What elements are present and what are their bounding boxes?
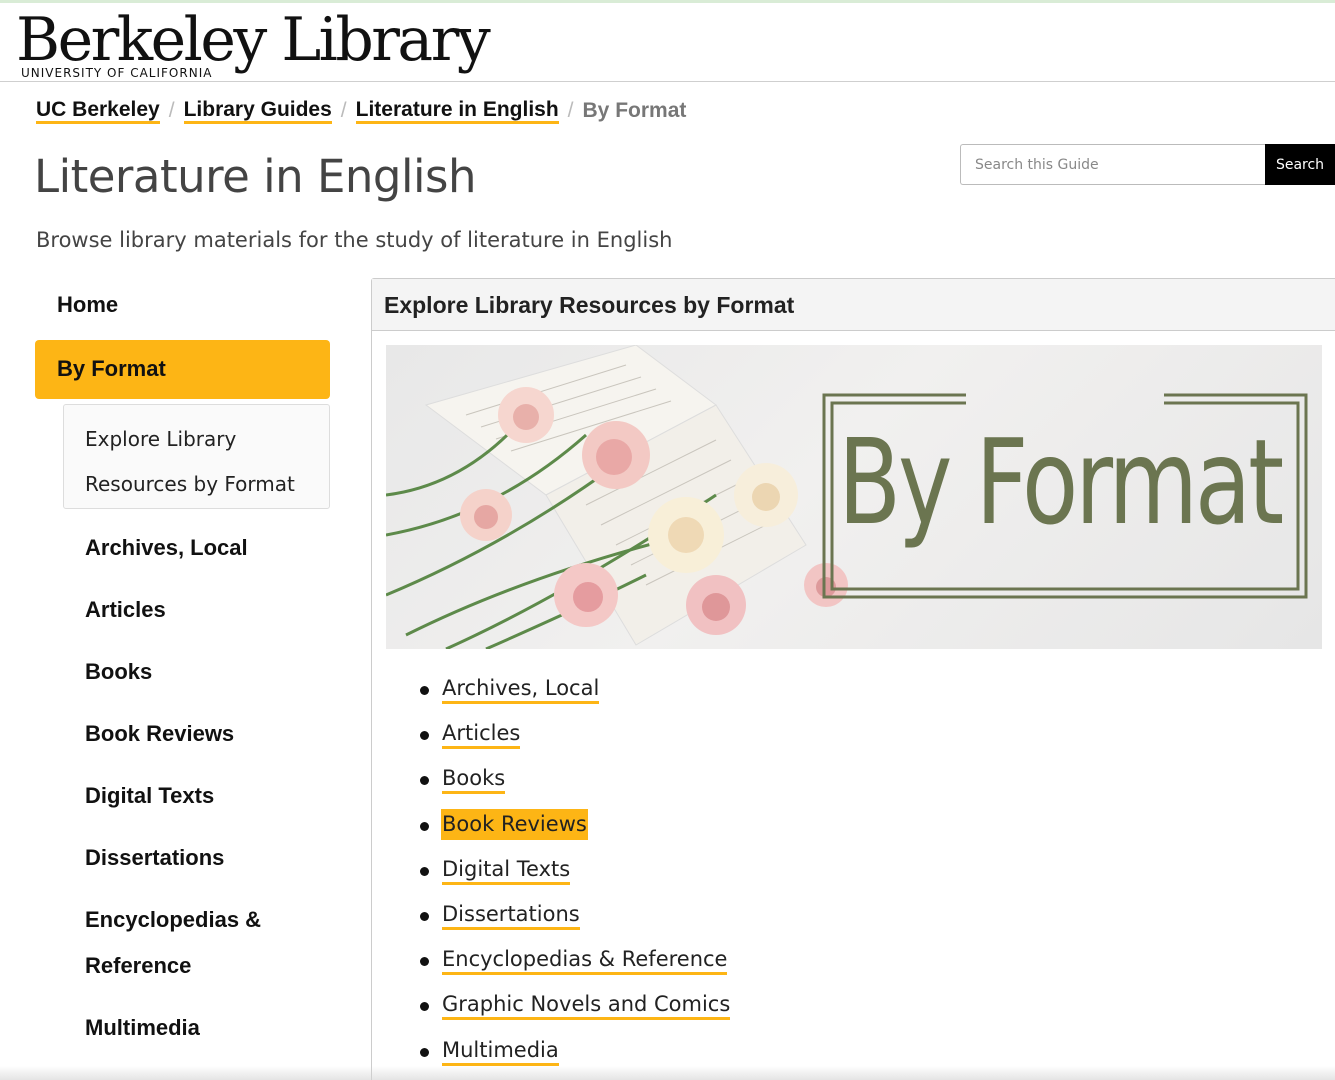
link-books[interactable]: Books (442, 765, 506, 795)
panel-heading-title: Explore Library Resources by Format (384, 292, 795, 318)
sidebar-item-book-reviews[interactable]: Book Reviews (85, 711, 330, 757)
list-item: Books (419, 757, 730, 802)
link-articles[interactable]: Articles (442, 720, 521, 750)
link-multimedia[interactable]: Multimedia (442, 1037, 559, 1066)
list-item: Encyclopedias & Reference (419, 938, 730, 983)
sidebar-item-by-format[interactable]: By Format (35, 340, 330, 399)
search-input[interactable] (960, 144, 1265, 185)
sidebar-item-articles[interactable]: Articles (85, 587, 330, 633)
sidebar-item-digital-texts[interactable]: Digital Texts (85, 773, 330, 819)
breadcrumb-current: By Format (582, 99, 687, 122)
search-button[interactable]: Search (1265, 144, 1335, 185)
sidebar-item-home[interactable]: Home (57, 292, 118, 318)
link-digital-texts[interactable]: Digital Texts (442, 856, 571, 885)
breadcrumb: UC Berkeley / Library Guides / Literatur… (36, 96, 686, 126)
list-item: Book Reviews (419, 803, 730, 848)
logo-subtitle: UNIVERSITY OF CALIFORNIA (21, 66, 213, 80)
list-item: Digital Texts (419, 848, 730, 893)
list-item: Articles (419, 712, 730, 757)
breadcrumb-library-guides[interactable]: Library Guides (183, 98, 332, 124)
sidebar-item-books[interactable]: Books (85, 649, 330, 695)
breadcrumb-literature-in-english[interactable]: Literature in English (355, 98, 559, 124)
link-encyclopedias-reference[interactable]: Encyclopedias & Reference (442, 946, 728, 976)
sidebar-item-label: By Format (57, 356, 166, 381)
header-divider (0, 81, 1335, 82)
breadcrumb-uc-berkeley[interactable]: UC Berkeley (36, 98, 160, 124)
sidebar-subnav: Explore Library Resources by Format (63, 404, 330, 509)
list-item: Graphic Novels and Comics (419, 983, 731, 1028)
berkeley-library-logo[interactable]: Berkeley Library UNIVERSITY OF CALIFORNI… (16, 4, 491, 82)
sidebar-list: Archives, Local Articles Books Book Revi… (85, 525, 330, 1067)
by-format-banner: By Format (386, 345, 1322, 649)
page-title: Literature in English (34, 150, 476, 203)
list-item: Archives, Local (419, 667, 730, 712)
sidebar-item-encyclopedias[interactable]: Encyclopedias & Reference (85, 897, 330, 989)
link-graphic-novels-comics[interactable]: Graphic Novels and Comics (442, 991, 731, 1021)
link-archives-local[interactable]: Archives, Local (442, 675, 600, 704)
breadcrumb-separator: / (567, 99, 574, 122)
sidebar-item-dissertations[interactable]: Dissertations (85, 835, 330, 881)
breadcrumb-separator: / (168, 99, 175, 122)
content-panel: Explore Library Resources by Format By F… (371, 278, 1335, 1080)
panel-heading: Explore Library Resources by Format (372, 279, 1335, 331)
sidebar-subitem-explore[interactable]: Explore Library Resources by Format (85, 417, 325, 507)
breadcrumb-separator: / (340, 99, 347, 122)
format-link-list: Archives, Local Articles Books Book Revi… (419, 667, 731, 1074)
bottom-fade (0, 1066, 1335, 1080)
list-item: Dissertations (419, 893, 730, 938)
banner-title: By Format (838, 413, 1284, 551)
sidebar-item-multimedia[interactable]: Multimedia (85, 1005, 330, 1051)
page-subtitle: Browse library materials for the study o… (36, 228, 673, 252)
link-dissertations[interactable]: Dissertations (442, 901, 580, 930)
sidebar-item-archives-local[interactable]: Archives, Local (85, 525, 330, 571)
link-book-reviews[interactable]: Book Reviews (441, 808, 588, 840)
